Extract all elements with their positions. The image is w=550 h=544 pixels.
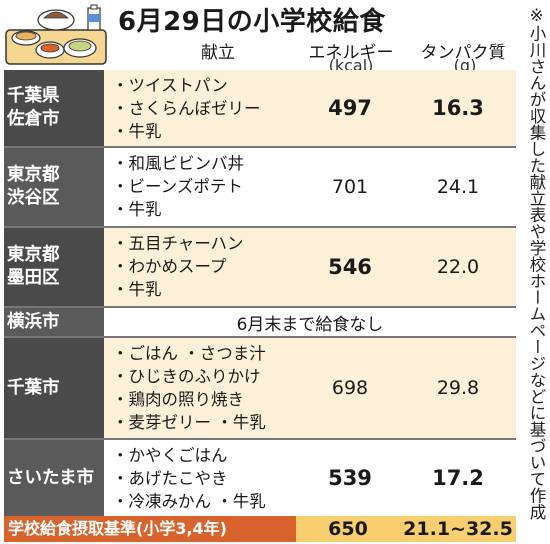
protein-value: 29.8 — [400, 338, 516, 438]
region-cell: 横浜市 — [4, 308, 104, 336]
menu-item: ・牛乳 — [112, 280, 162, 299]
energy-value: 546 — [296, 228, 400, 306]
region-line: さいたま市 — [7, 467, 94, 488]
region-cell: さいたま市 — [4, 440, 104, 516]
menu-cell: ・ツイストパン ・さくらんぼゼリー ・牛乳 — [104, 70, 296, 146]
menu-item: ・五目チャーハン — [112, 234, 244, 253]
intake-standard-row: 学校給食摂取基準(小学3,4年) 650 21.1~32.5 — [4, 516, 516, 542]
intake-standard-protein: 21.1~32.5 — [403, 518, 513, 540]
region-line: 渋谷区 — [7, 188, 60, 208]
region-line: 佐倉市 — [7, 109, 60, 129]
region-line: 東京都 — [7, 245, 60, 265]
region-cell: 東京都 墨田区 — [4, 228, 104, 306]
region-line: 墨田区 — [7, 268, 60, 288]
region-line: 千葉市 — [7, 377, 60, 398]
menu-item: ・ごはん ・さつま汁 — [112, 344, 266, 363]
energy-value: 698 — [296, 338, 400, 438]
header: 6月29日の小学校給食 献立 エネルギー (kcal) タンパク質 (g) — [0, 0, 518, 75]
protein-value: 17.2 — [400, 440, 516, 516]
menu-item: ・あげたこやき — [112, 469, 228, 488]
no-lunch-note: 6月末まで給食なし — [104, 308, 516, 336]
protein-value: 22.0 — [400, 228, 516, 306]
menu-item: ・ツイストパン — [112, 76, 228, 95]
menu-cell: ・五目チャーハン ・わかめスープ ・牛乳 — [104, 228, 296, 306]
school-lunch-tray-icon — [5, 4, 107, 65]
menu-item: ・さくらんぼゼリー — [112, 99, 261, 118]
energy-value: 701 — [296, 148, 400, 226]
table-row: 千葉市 ・ごはん ・さつま汁 ・ひじきのふりかけ ・鶏肉の照り焼き ・麦芽ゼリー… — [4, 336, 516, 438]
protein-value: 16.3 — [400, 70, 516, 146]
energy-value: 497 — [296, 70, 400, 146]
menu-item: ・ひじきのふりかけ — [112, 367, 261, 386]
menu-item: ・牛乳 — [112, 200, 162, 219]
intake-standard-label: 学校給食摂取基準(小学3,4年) — [4, 516, 296, 542]
page-title: 6月29日の小学校給食 — [118, 7, 386, 37]
region-line: 横浜市 — [7, 311, 60, 332]
source-note: ※小川さんが収集した献立表や学校ホームページなどに基づいて作成 — [527, 6, 546, 520]
menu-item: ・わかめスープ — [112, 257, 227, 276]
table-row: 横浜市 6月末まで給食なし — [4, 306, 516, 336]
energy-value: 539 — [296, 440, 400, 516]
protein-value: 24.1 — [400, 148, 516, 226]
menu-item: ・和風ビビンバ丼 — [112, 154, 244, 173]
table-row: 千葉県 佐倉市 ・ツイストパン ・さくらんぼゼリー ・牛乳 497 16.3 — [4, 70, 516, 146]
menu-cell: ・かやくごはん ・あげたこやき ・冷凍みかん ・牛乳 — [104, 440, 296, 516]
menu-cell: ・ごはん ・さつま汁 ・ひじきのふりかけ ・鶏肉の照り焼き ・麦芽ゼリー ・牛乳 — [104, 338, 296, 438]
region-cell: 千葉市 — [4, 338, 104, 438]
menu-item: ・かやくごはん — [112, 446, 228, 465]
menu-item: ・冷凍みかん ・牛乳 — [112, 492, 266, 511]
intake-standard-energy: 650 — [328, 518, 368, 540]
menu-item: ・麦芽ゼリー ・牛乳 — [112, 413, 266, 432]
menu-cell: ・和風ビビンバ丼 ・ビーンズポテト ・牛乳 — [104, 148, 296, 226]
lunch-table: 千葉県 佐倉市 ・ツイストパン ・さくらんぼゼリー ・牛乳 497 16.3 東… — [4, 70, 516, 516]
table-row: 東京都 渋谷区 ・和風ビビンバ丼 ・ビーンズポテト ・牛乳 701 24.1 — [4, 146, 516, 226]
region-line: 千葉県 — [7, 86, 60, 106]
region-line: 東京都 — [7, 165, 60, 185]
region-cell: 東京都 渋谷区 — [4, 148, 104, 226]
menu-item: ・牛乳 — [112, 122, 162, 141]
menu-item: ・ビーンズポテト — [112, 177, 243, 196]
column-header-menu: 献立 — [201, 43, 235, 63]
region-cell: 千葉県 佐倉市 — [4, 70, 104, 146]
table-row: 東京都 墨田区 ・五目チャーハン ・わかめスープ ・牛乳 546 22.0 — [4, 226, 516, 306]
menu-item: ・鶏肉の照り焼き — [112, 390, 244, 409]
table-row: さいたま市 ・かやくごはん ・あげたこやき ・冷凍みかん ・牛乳 539 17.… — [4, 438, 516, 516]
